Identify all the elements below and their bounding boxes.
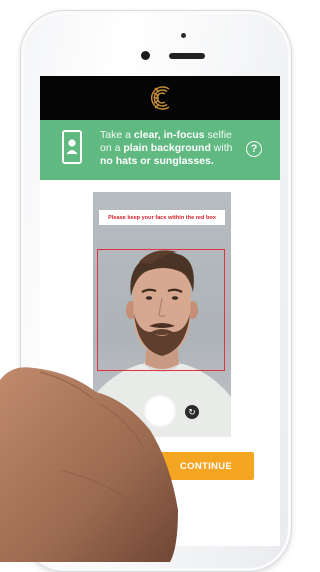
- earpiece-speaker: [169, 53, 205, 59]
- camera-preview: Please keep your face within the red box…: [93, 192, 231, 437]
- selfie-person-icon: [62, 130, 82, 164]
- help-icon[interactable]: ?: [246, 141, 262, 157]
- instruction-text: Take a clear, in-focus selfie on a plain…: [100, 129, 233, 167]
- instruction-banner: Take a clear, in-focus selfie on a plain…: [40, 120, 280, 180]
- continue-button[interactable]: CONTINUE: [158, 452, 254, 480]
- face-position-hint: Please keep your face within the red box: [99, 210, 225, 225]
- face-guide-box: [97, 249, 225, 371]
- shutter-button[interactable]: [146, 397, 174, 425]
- front-camera: [181, 33, 186, 38]
- c-logo-icon: [150, 86, 170, 110]
- switch-camera-icon[interactable]: ↻: [185, 405, 199, 419]
- app-screen: Take a clear, in-focus selfie on a plain…: [40, 76, 280, 546]
- proximity-sensor: [141, 51, 150, 60]
- app-header: [40, 76, 280, 120]
